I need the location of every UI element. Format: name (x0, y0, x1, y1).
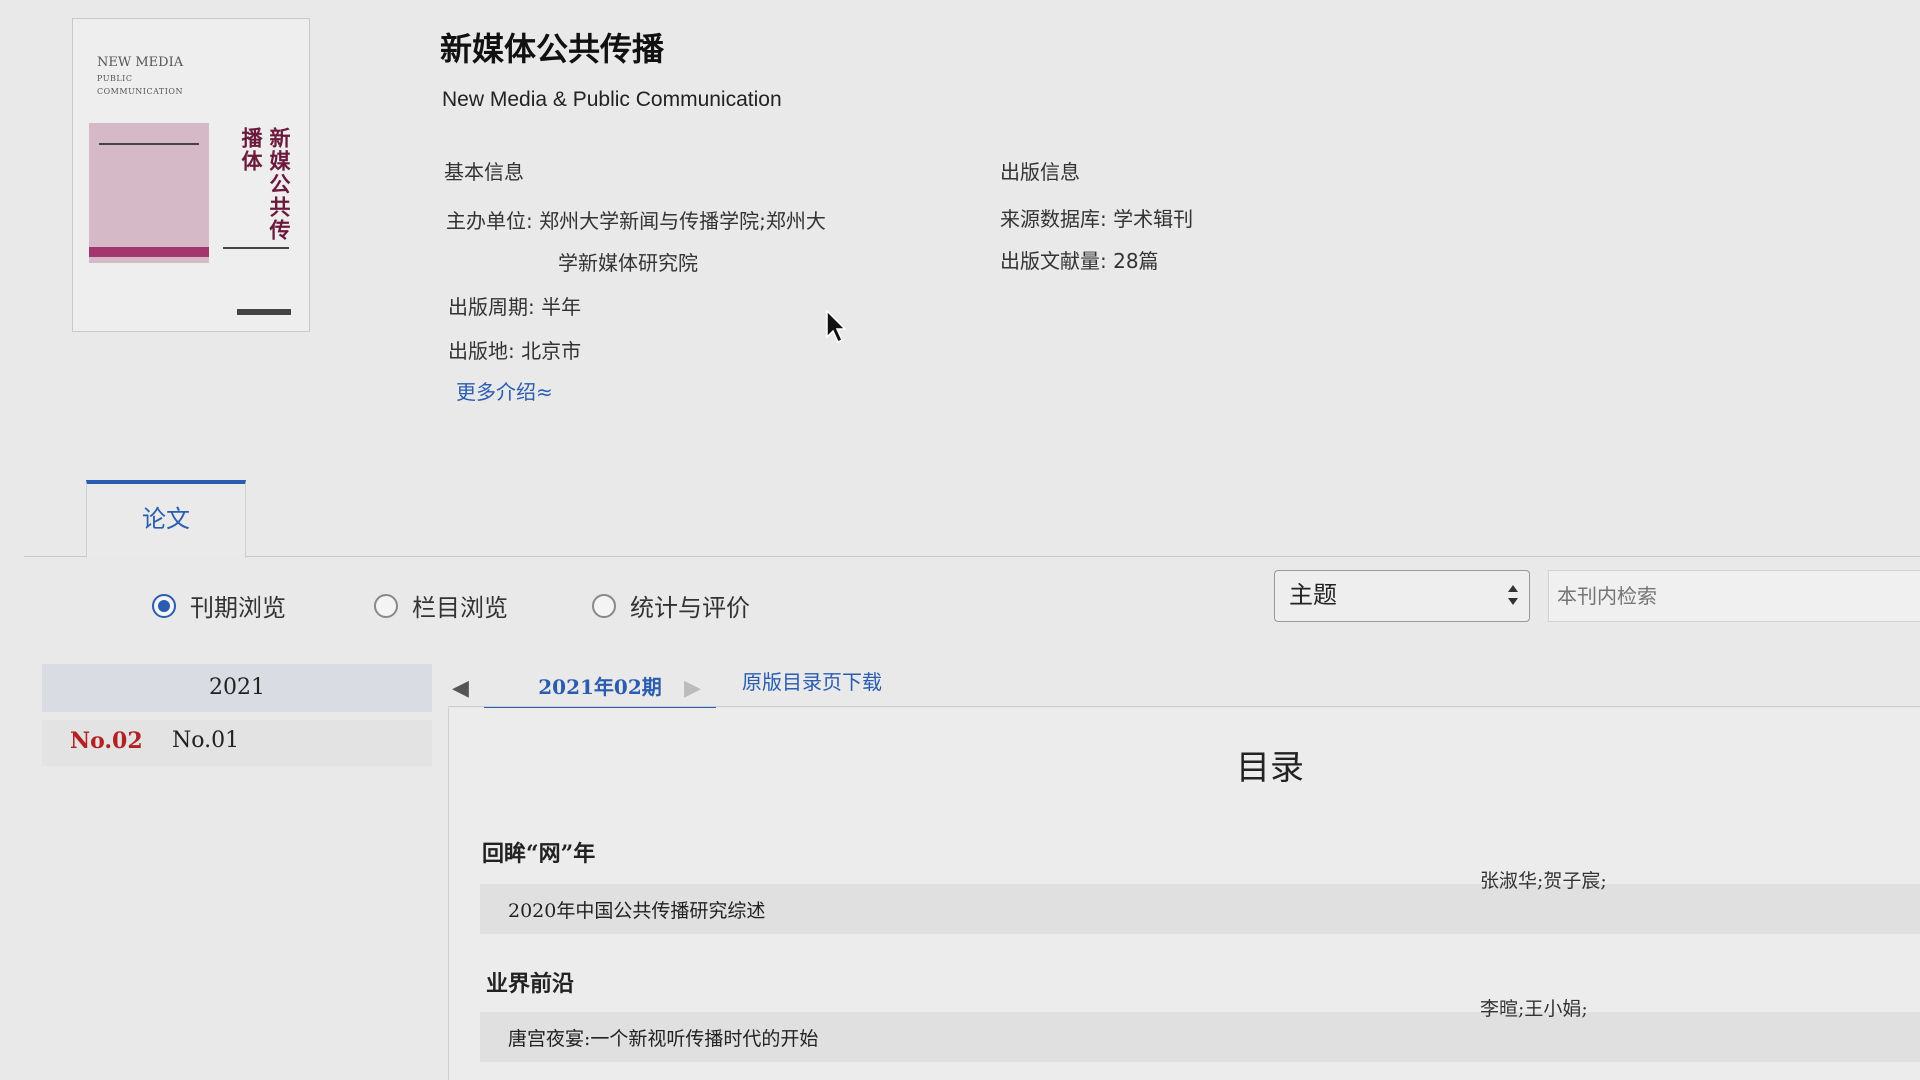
issue-list: No.02 No.01 (42, 720, 432, 766)
toc-article-row: 唐宫夜宴:一个新视听传播时代的开始 李暄;王小娟; (480, 998, 1920, 1062)
tab-papers[interactable]: 论文 (86, 480, 246, 558)
toc-article-row: 2020年中国公共传播研究综述 张淑华;贺子宸; (480, 870, 1920, 934)
radio-issue-browse[interactable]: 刊期浏览 (152, 588, 286, 623)
article-authors[interactable]: 张淑华;贺子宸; (1480, 866, 1607, 893)
article-count-value: 28篇 (1113, 249, 1159, 273)
source-db-label: 来源数据库: (1000, 207, 1107, 231)
toc-section-heading: 业界前沿 (486, 971, 575, 997)
place-label: 出版地: (448, 339, 515, 363)
search-field-value: 主题 (1289, 581, 1337, 609)
article-title-link[interactable]: 唐宫夜宴:一个新视听传播时代的开始 (508, 1024, 818, 1051)
mouse-cursor-icon (826, 310, 847, 344)
journal-page: NEW MEDIA PUBLIC COMMUNICATION 新媒公共传播体 新… (0, 0, 1920, 1080)
journal-cover: NEW MEDIA PUBLIC COMMUNICATION 新媒公共传播体 (72, 18, 310, 332)
place-row: 出版地: 北京市 (448, 330, 581, 372)
toc-title: 目录 (1236, 748, 1304, 788)
cycle-row: 出版周期: 半年 (448, 286, 581, 328)
cover-chinese-title: 新媒公共传播体 (239, 127, 292, 242)
article-count-row: 出版文献量: 28篇 (1000, 240, 1159, 282)
sponsor-label: 主办单位: (446, 209, 533, 233)
article-count-label: 出版文献量: (1000, 249, 1107, 273)
radio-selected-icon (152, 593, 176, 618)
radio-column-browse[interactable]: 栏目浏览 (374, 588, 508, 623)
article-title-link[interactable]: 2020年中国公共传播研究综述 (508, 896, 765, 923)
cycle-value: 半年 (541, 295, 582, 319)
source-db-row: 来源数据库: 学术辑刊 (1000, 198, 1193, 240)
radio-unselected-icon (374, 593, 398, 618)
radio-unselected-icon (592, 593, 616, 618)
journal-english-title: New Media & Public Communication (442, 88, 782, 111)
cover-publisher-logo (237, 309, 291, 315)
issue-no02[interactable]: No.02 (70, 728, 143, 754)
place-value: 北京市 (521, 339, 582, 363)
source-db-value: 学术辑刊 (1113, 207, 1194, 231)
in-journal-search-input[interactable] (1548, 570, 1920, 622)
toc-download-link[interactable]: 原版目录页下载 (742, 666, 882, 695)
issue-no01[interactable]: No.01 (172, 728, 239, 753)
cover-english-title: NEW MEDIA PUBLIC COMMUNICATION (97, 55, 184, 96)
search-field-select[interactable]: 主题 (1274, 570, 1530, 622)
cycle-label: 出版周期: (448, 295, 535, 319)
next-issue-arrow-icon[interactable]: ▶ (684, 676, 701, 701)
basic-info-heading: 基本信息 (444, 160, 524, 184)
article-authors[interactable]: 李暄;王小娟; (1480, 994, 1588, 1021)
sponsor-value-cont: 学新媒体研究院 (558, 251, 698, 275)
more-intro-link[interactable]: 更多介绍≈ (456, 376, 553, 405)
current-issue-tab[interactable]: 2021年02期 (484, 668, 716, 710)
toc-section-heading: 回眸“网”年 (482, 841, 596, 867)
prev-issue-arrow-icon[interactable]: ◀ (452, 676, 469, 701)
select-updown-icon (1508, 585, 1518, 605)
radio-stats-evaluation[interactable]: 统计与评价 (592, 588, 750, 623)
sponsor-value: 郑州大学新闻与传播学院;郑州大 (539, 209, 826, 233)
cover-color-block (89, 123, 209, 263)
journal-title: 新媒体公共传播 (440, 30, 665, 68)
publish-info-heading: 出版信息 (1000, 160, 1080, 184)
year-header[interactable]: 2021 (42, 664, 432, 712)
sponsor-row: 主办单位: 郑州大学新闻与传播学院;郑州大 (446, 200, 826, 242)
